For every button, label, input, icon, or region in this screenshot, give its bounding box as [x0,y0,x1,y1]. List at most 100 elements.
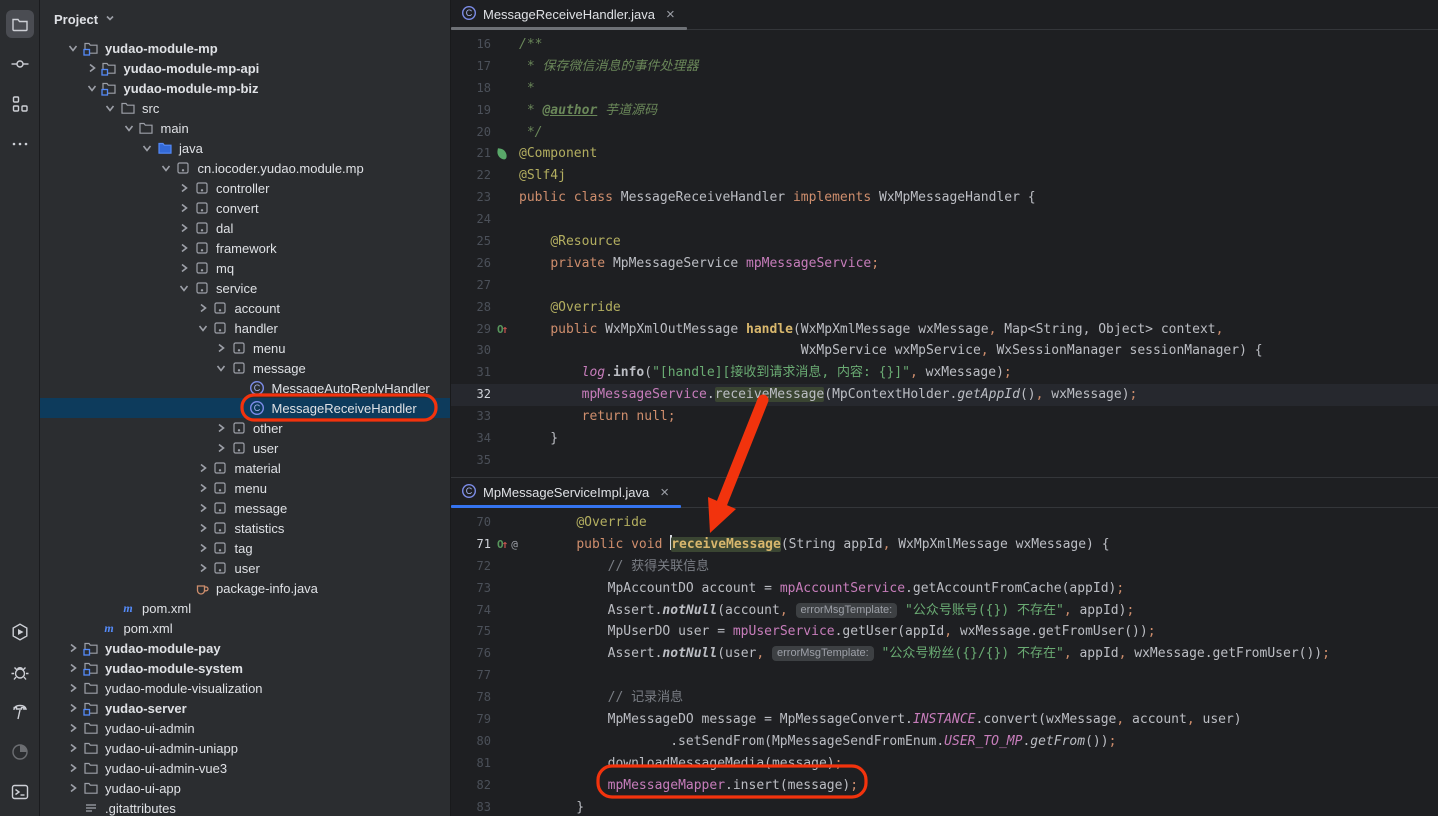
code-line-74[interactable]: 74 Assert.notNull(account, errorMsgTempl… [451,600,1438,622]
tree-item-tag[interactable]: tag [40,538,450,558]
line-number[interactable]: 80 [451,731,491,753]
code-line-77[interactable]: 77 [451,665,1438,687]
chevron-expanded-icon[interactable] [120,120,138,136]
line-number[interactable]: 73 [451,578,491,600]
chevron-collapsed-icon[interactable] [64,720,82,736]
project-panel-title[interactable]: Project [54,12,98,27]
profiler-icon[interactable] [6,738,34,766]
code-line-79[interactable]: 79 MpMessageDO message = MpMessageConver… [451,709,1438,731]
code-line-20[interactable]: 20 */ [451,122,1438,144]
tree-item-user[interactable]: user [40,558,450,578]
code-line-24[interactable]: 24 [451,209,1438,231]
code-line-26[interactable]: 26 private MpMessageService mpMessageSer… [451,253,1438,275]
code-line-31[interactable]: 31 log.info("[handle][接收到请求消息, 内容: {}]",… [451,362,1438,384]
code-line-81[interactable]: 81 downloadMessageMedia(message); [451,753,1438,775]
chevron-expanded-icon[interactable] [101,100,119,116]
tree-item-yudao-module-visualization[interactable]: yudao-module-visualization [40,678,450,698]
chevron-collapsed-icon[interactable] [64,780,82,796]
line-number[interactable]: 23 [451,187,491,209]
code-line-34[interactable]: 34 } [451,428,1438,450]
line-number[interactable]: 83 [451,797,491,816]
tree-item-yudao-module-mp-api[interactable]: yudao-module-mp-api [40,58,450,78]
overrides-and-annotation-gutter-icon[interactable]: O↑@ [491,534,545,556]
commit-icon[interactable] [6,50,34,78]
tree-item-messageautoreplyhandler[interactable]: CMessageAutoReplyHandler [40,378,450,398]
line-number[interactable]: 26 [451,253,491,275]
chevron-collapsed-icon[interactable] [212,340,230,356]
line-number[interactable]: 75 [451,621,491,643]
line-number[interactable]: 20 [451,122,491,144]
line-number[interactable]: 22 [451,165,491,187]
line-number[interactable]: 27 [451,275,491,297]
line-number[interactable]: 76 [451,643,491,665]
chevron-expanded-icon[interactable] [194,320,212,336]
line-number[interactable]: 70 [451,512,491,534]
code-area-bottom[interactable]: 70 @Override71O↑@ public void receiveMes… [451,508,1438,816]
tree-item-message[interactable]: message [40,358,450,378]
tree-item-menu[interactable]: menu [40,478,450,498]
code-line-71[interactable]: 71O↑@ public void receiveMessage(String … [451,534,1438,556]
line-number[interactable]: 31 [451,362,491,384]
tree-item-convert[interactable]: convert [40,198,450,218]
tree-item-yudao-module-mp-biz[interactable]: yudao-module-mp-biz [40,78,450,98]
line-number[interactable]: 33 [451,406,491,428]
line-number[interactable]: 79 [451,709,491,731]
close-icon[interactable]: × [660,485,669,500]
code-line-18[interactable]: 18 * [451,78,1438,100]
chevron-collapsed-icon[interactable] [212,420,230,436]
overrides-gutter-icon[interactable]: O↑ [491,319,519,341]
line-number[interactable]: 29 [451,319,491,341]
code-line-21[interactable]: 21@Component [451,143,1438,165]
line-number[interactable]: 77 [451,665,491,687]
code-line-23[interactable]: 23public class MessageReceiveHandler imp… [451,187,1438,209]
tree-item-yudao-module-pay[interactable]: yudao-module-pay [40,638,450,658]
line-number[interactable]: 81 [451,753,491,775]
line-number[interactable]: 71 [451,534,491,556]
tab-mpmessageserviceimpl-java[interactable]: C MpMessageServiceImpl.java × [451,478,681,507]
line-number[interactable]: 19 [451,100,491,122]
chevron-collapsed-icon[interactable] [194,480,212,496]
code-line-70[interactable]: 70 @Override [451,512,1438,534]
chevron-collapsed-icon[interactable] [175,200,193,216]
code-line-22[interactable]: 22@Slf4j [451,165,1438,187]
chevron-collapsed-icon[interactable] [194,520,212,536]
more-icon[interactable] [6,130,34,158]
run-icon[interactable] [6,618,34,646]
tree-item-pom-xml[interactable]: mpom.xml [40,598,450,618]
chevron-collapsed-icon[interactable] [175,180,193,196]
line-number[interactable]: 28 [451,297,491,319]
tree-item-pom-xml[interactable]: mpom.xml [40,618,450,638]
chevron-collapsed-icon[interactable] [194,300,212,316]
line-number[interactable]: 17 [451,56,491,78]
chevron-collapsed-icon[interactable] [83,60,101,76]
chevron-collapsed-icon[interactable] [194,560,212,576]
tree-item-handler[interactable]: handler [40,318,450,338]
chevron-collapsed-icon[interactable] [64,640,82,656]
chevron-expanded-icon[interactable] [138,140,156,156]
code-line-27[interactable]: 27 [451,275,1438,297]
close-icon[interactable]: × [666,7,675,22]
tree-item-yudao-module-mp[interactable]: yudao-module-mp [40,38,450,58]
code-line-82[interactable]: 82 mpMessageMapper.insert(message); [451,775,1438,797]
line-number[interactable]: 82 [451,775,491,797]
terminal-icon[interactable] [6,778,34,806]
project-icon[interactable] [6,10,34,38]
line-number[interactable]: 25 [451,231,491,253]
tree-item-statistics[interactable]: statistics [40,518,450,538]
line-number[interactable]: 30 [451,340,491,362]
structure-icon[interactable] [6,90,34,118]
line-number[interactable]: 35 [451,450,491,472]
tree-item-dal[interactable]: dal [40,218,450,238]
tree-item-yudao-module-system[interactable]: yudao-module-system [40,658,450,678]
chevron-expanded-icon[interactable] [64,40,82,56]
chevron-down-icon[interactable] [105,10,115,28]
tree-item-package-info-java[interactable]: package-info.java [40,578,450,598]
line-number[interactable]: 72 [451,556,491,578]
chevron-collapsed-icon[interactable] [212,440,230,456]
chevron-collapsed-icon[interactable] [175,240,193,256]
code-line-83[interactable]: 83 } [451,797,1438,816]
line-number[interactable]: 24 [451,209,491,231]
line-number[interactable]: 78 [451,687,491,709]
line-number[interactable]: 16 [451,34,491,56]
tree-item-account[interactable]: account [40,298,450,318]
